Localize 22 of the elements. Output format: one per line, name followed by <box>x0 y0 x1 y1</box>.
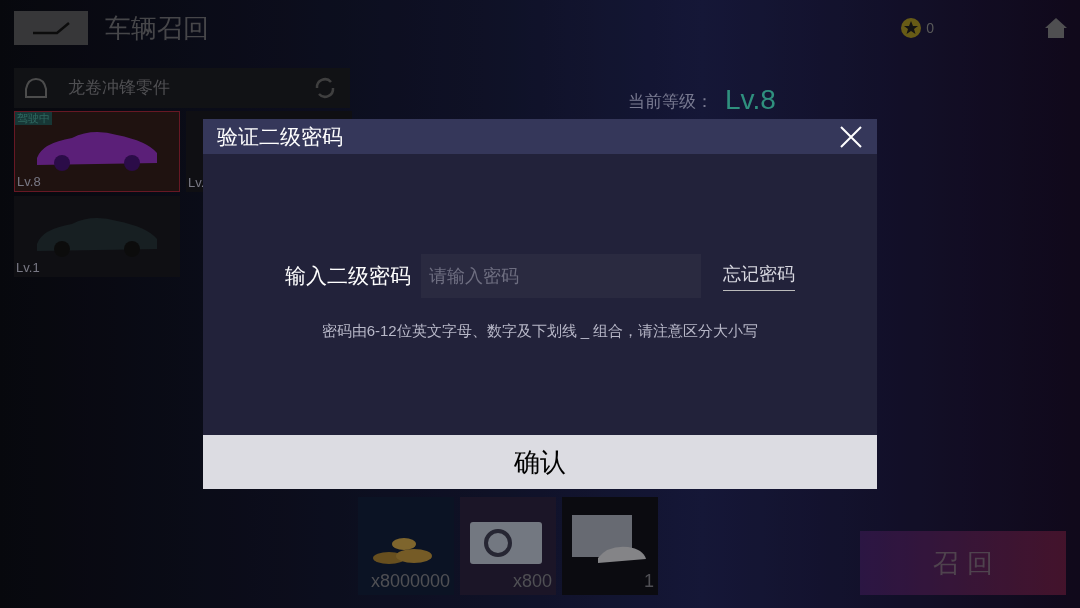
star-coin-icon <box>900 17 923 39</box>
home-icon[interactable] <box>1044 17 1068 39</box>
forgot-password-link[interactable]: 忘记密码 <box>723 261 795 291</box>
password-hint: 密码由6-12位英文字母、数字及下划线 _ 组合，请注意区分大小写 <box>321 321 759 341</box>
car-level: Lv.1 <box>16 259 40 278</box>
car-level: Lv.8 <box>17 173 41 192</box>
currency-amount: 0 <box>926 18 934 38</box>
close-icon[interactable] <box>839 124 863 149</box>
password-field[interactable]: 请输入密码 <box>421 254 701 298</box>
part-name: 龙卷冲锋零件 <box>68 77 170 100</box>
dialog-title: 验证二级密码 <box>217 123 343 150</box>
level-value: Lv.8 <box>725 86 776 114</box>
field-label: 输入二级密码 <box>285 263 411 290</box>
reward-count: x8000000 <box>370 570 450 593</box>
confirm-button[interactable]: 确认 <box>203 435 877 489</box>
car-level: Lv. <box>188 174 205 193</box>
reward-count: x800 <box>512 570 552 593</box>
page-title: 车辆召回 <box>105 11 209 45</box>
car-card[interactable]: Lv.1 <box>14 196 180 277</box>
reward-count: 1 <box>644 570 654 593</box>
level-label: 当前等级： <box>628 90 713 113</box>
back-button[interactable] <box>14 11 88 45</box>
